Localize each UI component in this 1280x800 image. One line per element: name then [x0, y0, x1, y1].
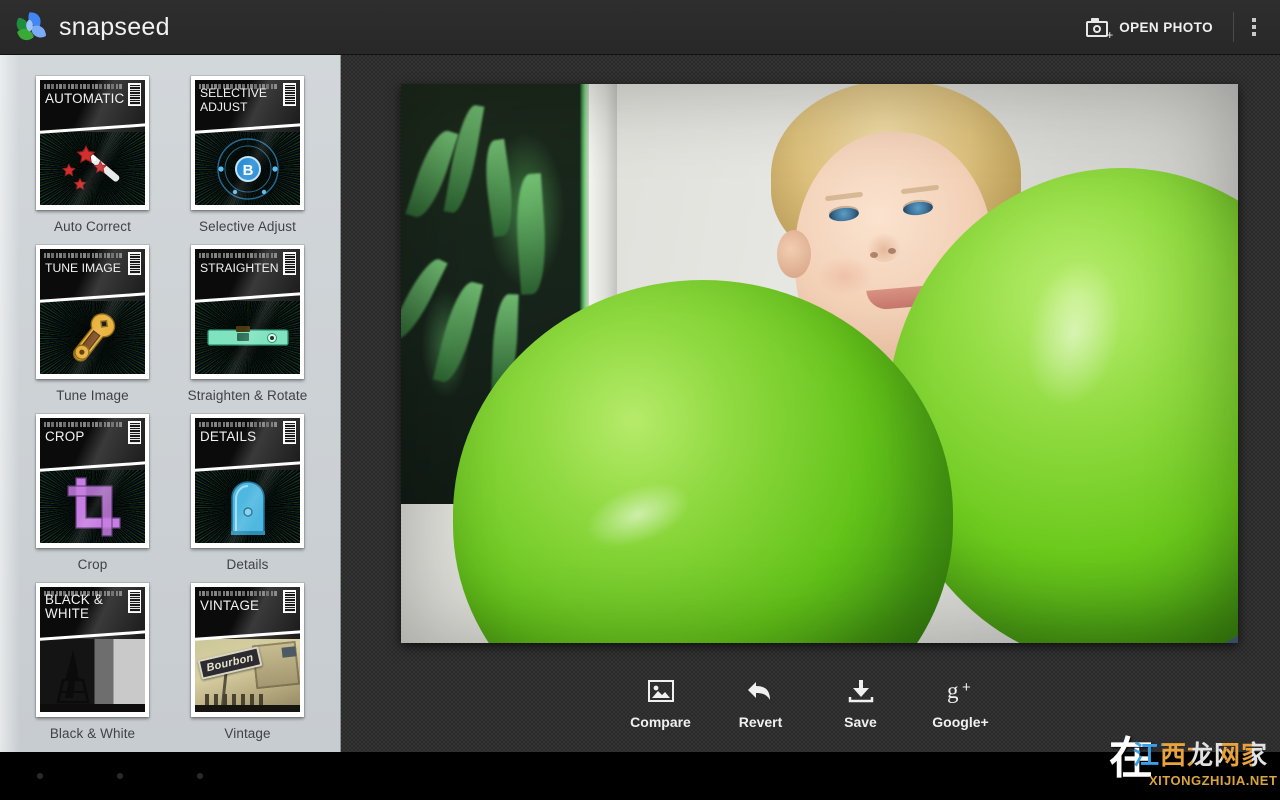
card-microtext [199, 253, 278, 258]
action-bar-actions: + OPEN PHOTO [1070, 0, 1280, 54]
download-save-icon [846, 677, 876, 705]
card-title: CROP [45, 429, 85, 444]
camera-add-icon: + [1086, 17, 1113, 41]
bourbon-street-photo: Bourbon [195, 639, 300, 712]
filter-card[interactable]: SELECTIVE ADJUST B [191, 76, 304, 210]
app-title: snapseed [59, 12, 170, 41]
save-label: Save [844, 714, 877, 730]
pencil-sharpener-icon [230, 480, 265, 535]
overflow-menu-icon[interactable] [1238, 8, 1270, 46]
google-plus-label: Google+ [932, 714, 989, 730]
filter-item-straighten-rotate[interactable]: STRAIGHTEN Straighten & Rotate [177, 245, 318, 414]
editor-toolbar: Compare Revert Save g + Google+ [341, 655, 1280, 752]
filter-item-selective-adjust[interactable]: SELECTIVE ADJUST B Selective Adjust [177, 76, 318, 245]
card-microtext [199, 422, 278, 427]
nav-home-button[interactable] [80, 773, 160, 779]
filter-item-crop[interactable]: CROP Crop [22, 414, 163, 583]
card-title: TUNE IMAGE [45, 261, 121, 275]
card-title: BLACK & WHITE [45, 592, 103, 621]
filter-label: Tune Image [56, 388, 129, 403]
compare-button[interactable]: Compare [611, 673, 711, 734]
filter-label: Black & White [49, 726, 136, 741]
card-title: VINTAGE [200, 598, 260, 613]
editor-workspace [341, 55, 1280, 752]
magic-wand-icon [61, 144, 119, 190]
barcode-icon [283, 590, 296, 613]
barcode-icon [283, 421, 296, 444]
app-brand: snapseed [0, 10, 170, 44]
edited-photo [401, 84, 1238, 643]
filter-label: Selective Adjust [199, 219, 296, 234]
svg-text:g: g [947, 678, 959, 703]
card-microtext [44, 84, 123, 89]
undo-arrow-icon [746, 677, 776, 705]
action-bar-divider [1233, 12, 1234, 42]
barcode-icon [283, 252, 296, 275]
filter-card[interactable]: STRAIGHTEN [191, 245, 304, 379]
revert-button[interactable]: Revert [711, 673, 811, 734]
card-microtext [199, 591, 278, 596]
filter-label: Vintage [224, 726, 271, 741]
open-photo-label: OPEN PHOTO [1119, 19, 1213, 35]
open-photo-button[interactable]: + OPEN PHOTO [1070, 0, 1229, 54]
filter-item-black-and-white[interactable]: BLACK & WHITE Black & White [22, 583, 163, 752]
filter-item-details[interactable]: DETAILS Details [177, 414, 318, 583]
barcode-icon [283, 83, 296, 106]
compare-label: Compare [630, 714, 691, 730]
snapseed-app: snapseed + OPEN PHOTO AUTOMATIC Auto Cor… [0, 0, 1280, 800]
svg-text:B: B [242, 162, 253, 179]
filter-item-auto-correct[interactable]: AUTOMATIC Auto Correct [22, 76, 163, 245]
image-compare-icon [646, 677, 676, 705]
photo-canvas[interactable] [401, 84, 1238, 643]
filter-label: Straighten & Rotate [187, 388, 308, 403]
eiffel-tower-photo [40, 639, 145, 712]
svg-text:+: + [962, 679, 971, 696]
barcode-icon [128, 421, 141, 444]
filter-card[interactable]: AUTOMATIC [36, 76, 149, 210]
card-microtext [44, 253, 123, 258]
card-title: SELECTIVE ADJUST [200, 86, 268, 114]
action-bar: snapseed + OPEN PHOTO [0, 0, 1280, 55]
google-plus-button[interactable]: g + Google+ [911, 673, 1011, 734]
filter-label: Auto Correct [54, 219, 131, 234]
nav-back-button[interactable] [0, 773, 80, 779]
android-navigation-bar [0, 752, 1280, 800]
filter-label: Crop [77, 557, 108, 572]
card-title: AUTOMATIC [45, 91, 125, 106]
filter-card[interactable]: BLACK & WHITE [36, 583, 149, 717]
crop-marks-icon [66, 476, 121, 537]
spirit-level-icon [206, 325, 289, 346]
revert-label: Revert [738, 714, 783, 730]
filter-card[interactable]: DETAILS [191, 414, 304, 548]
card-title: STRAIGHTEN [200, 261, 279, 275]
save-button[interactable]: Save [811, 673, 911, 734]
google-plus-icon: g + [946, 677, 976, 705]
control-point-b-icon: B [216, 137, 279, 200]
barcode-icon [128, 590, 141, 613]
barcode-icon [128, 83, 141, 106]
nav-recents-button[interactable] [160, 773, 240, 779]
snapseed-logo-icon [14, 10, 48, 44]
filter-item-vintage[interactable]: VINTAGE Bourbon Vintage [177, 583, 318, 752]
filters-grid: AUTOMATIC Auto Correct SELECTIVE ADJUST … [0, 55, 340, 752]
card-title: DETAILS [200, 429, 257, 444]
filter-card[interactable]: TUNE IMAGE [36, 245, 149, 379]
wrench-icon [72, 312, 115, 362]
filter-card[interactable]: VINTAGE Bourbon [191, 583, 304, 717]
filter-item-tune-image[interactable]: TUNE IMAGE Tune Image [22, 245, 163, 414]
card-microtext [44, 422, 123, 427]
filters-sidebar[interactable]: AUTOMATIC Auto Correct SELECTIVE ADJUST … [0, 55, 341, 752]
filter-label: Details [226, 557, 269, 572]
filter-card[interactable]: CROP [36, 414, 149, 548]
barcode-icon [128, 252, 141, 275]
